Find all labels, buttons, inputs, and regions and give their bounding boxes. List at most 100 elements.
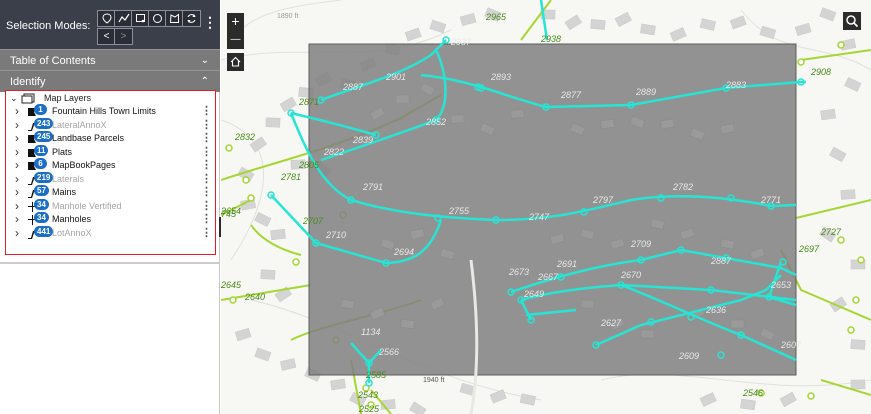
main-id-label: 2871 bbox=[298, 97, 319, 107]
feature-count-badge: 219 bbox=[34, 171, 54, 183]
layer-options-icon[interactable]: ⋮ bbox=[201, 105, 212, 117]
expand-arrow-icon[interactable]: › bbox=[15, 145, 19, 159]
parcel-footprint bbox=[265, 117, 281, 128]
expand-arrow-icon[interactable]: › bbox=[15, 226, 19, 240]
zoom-out-button[interactable]: — bbox=[227, 31, 244, 49]
manhole-point[interactable] bbox=[852, 296, 860, 304]
layer-row[interactable]: › 245 Landbase Parcels ⋮ bbox=[6, 131, 214, 146]
layer-options-icon[interactable]: ⋮ bbox=[201, 227, 212, 239]
next-button[interactable]: > bbox=[114, 28, 133, 45]
identify-header[interactable]: Identify ⌃ bbox=[0, 70, 220, 92]
manhole-point[interactable] bbox=[229, 296, 237, 304]
expand-arrow-icon[interactable]: › bbox=[15, 131, 19, 145]
manhole-point[interactable] bbox=[837, 236, 845, 244]
selection-rectangle[interactable] bbox=[308, 43, 797, 376]
parcel-footprint bbox=[794, 22, 812, 37]
layer-options-icon[interactable]: ⋮ bbox=[201, 200, 212, 212]
main-id-label: 2727 bbox=[820, 227, 842, 237]
layer-row[interactable]: › 1 Fountain Hills Town Limits ⋮ bbox=[6, 104, 214, 119]
layer-label: Plats bbox=[52, 146, 73, 157]
main-id-label: 2667 bbox=[537, 272, 559, 282]
layer-row[interactable]: › 6 MapBookPages ⋮ bbox=[6, 158, 214, 173]
parcel-footprint bbox=[270, 228, 286, 241]
feature-count-badge: 243 bbox=[34, 117, 54, 129]
parcel-footprint bbox=[729, 15, 747, 30]
manhole-point[interactable] bbox=[242, 176, 250, 184]
parcel-footprint bbox=[510, 109, 525, 119]
main-id-label: 2710 bbox=[325, 230, 346, 240]
main-id-label: 2697 bbox=[798, 244, 820, 254]
collapse-arrow-icon[interactable]: ⌄ bbox=[10, 93, 18, 104]
main-id-label: 2609 bbox=[678, 351, 699, 361]
more-options-icon[interactable]: ⋮ bbox=[203, 15, 217, 29]
manhole-point[interactable] bbox=[837, 41, 845, 49]
expand-arrow-icon[interactable]: › bbox=[15, 158, 19, 172]
main-id-label: 745 bbox=[221, 209, 237, 219]
main-id-label: 2670 bbox=[620, 270, 641, 280]
expand-arrow-icon[interactable]: › bbox=[15, 118, 19, 132]
parcel-footprint bbox=[395, 94, 410, 104]
expand-arrow-icon[interactable]: › bbox=[15, 199, 19, 213]
main-id-label: 2791 bbox=[362, 182, 383, 192]
manhole-point[interactable] bbox=[225, 144, 233, 152]
main-id-label: 2938 bbox=[540, 34, 561, 44]
zoom-in-button[interactable]: + bbox=[227, 13, 244, 31]
main-id-label: 2566 bbox=[378, 347, 399, 357]
manhole-point[interactable] bbox=[247, 194, 255, 202]
map-view[interactable]: 2965 2938 2937 2901 2893 2887 2877 2889 2883 2908… bbox=[221, 0, 871, 414]
layers-folder-icon bbox=[21, 93, 35, 104]
main-id-label: 2893 bbox=[490, 72, 511, 82]
layer-row[interactable]: › 34 Manholes ⋮ bbox=[6, 212, 214, 227]
sewer-main-line bbox=[795, 199, 871, 219]
parcel-footprint bbox=[254, 347, 272, 362]
manhole-point[interactable] bbox=[847, 326, 855, 334]
main-id-label: 2585 bbox=[365, 370, 387, 380]
tree-root-label: Map Layers bbox=[44, 93, 92, 103]
manhole-point[interactable] bbox=[857, 256, 865, 264]
main-id-label: 2543 bbox=[357, 390, 378, 400]
home-button[interactable] bbox=[227, 53, 244, 71]
parcel-footprint bbox=[450, 114, 465, 124]
feature-count-badge: 441 bbox=[34, 225, 54, 237]
manhole-point[interactable] bbox=[797, 58, 805, 66]
main-id-label: 2627 bbox=[600, 318, 622, 328]
layer-options-icon[interactable]: ⋮ bbox=[201, 119, 212, 131]
manhole-point[interactable] bbox=[292, 258, 300, 266]
layer-options-icon[interactable]: ⋮ bbox=[201, 132, 212, 144]
map-canvas[interactable]: 2965 2938 2937 2901 2893 2887 2877 2889 2883 2908… bbox=[221, 0, 871, 414]
layer-row[interactable]: › 57 Mains ⋮ bbox=[6, 185, 214, 200]
expand-arrow-icon[interactable]: › bbox=[15, 185, 19, 199]
parcel-footprint bbox=[820, 108, 836, 121]
layer-options-icon[interactable]: ⋮ bbox=[201, 186, 212, 198]
main-id-label: 2640 bbox=[244, 292, 265, 302]
expand-arrow-icon[interactable]: › bbox=[15, 212, 19, 226]
layer-options-icon[interactable]: ⋮ bbox=[201, 173, 212, 185]
contour-elevation-label: 1940 ft bbox=[423, 377, 444, 384]
layer-options-icon[interactable]: ⋮ bbox=[201, 213, 212, 225]
search-button[interactable] bbox=[843, 12, 861, 30]
map-pin-icon bbox=[101, 13, 112, 24]
toc-header[interactable]: Table of Contents ⌄ bbox=[0, 49, 220, 71]
polygon-icon bbox=[169, 13, 179, 23]
parcel-footprint bbox=[234, 327, 252, 342]
layer-row[interactable]: › 441 LotAnnoX ⋮ bbox=[6, 225, 214, 241]
layer-options-icon[interactable]: ⋮ bbox=[201, 146, 212, 158]
parcel-footprint bbox=[699, 392, 717, 407]
manhole-point[interactable] bbox=[807, 392, 815, 400]
feature-count-badge: 34 bbox=[34, 198, 49, 210]
parcel-footprint bbox=[340, 298, 355, 310]
main-id-label: 2781 bbox=[280, 172, 301, 182]
refresh-icon bbox=[187, 14, 196, 23]
panel-divider bbox=[0, 262, 219, 264]
main-id-label: 2839 bbox=[352, 135, 373, 145]
parcel-footprint bbox=[404, 27, 422, 42]
parcel-footprint bbox=[759, 25, 777, 40]
expand-arrow-icon[interactable]: › bbox=[15, 172, 19, 186]
feature-count-badge: 1 bbox=[34, 104, 47, 115]
main-id-label: 2653 bbox=[770, 280, 791, 290]
expand-arrow-icon[interactable]: › bbox=[15, 104, 19, 118]
layer-options-icon[interactable]: ⋮ bbox=[201, 159, 212, 171]
main-id-label: 2649 bbox=[523, 289, 544, 299]
parcel-footprint bbox=[850, 339, 866, 350]
refresh-select-button[interactable] bbox=[182, 10, 201, 27]
